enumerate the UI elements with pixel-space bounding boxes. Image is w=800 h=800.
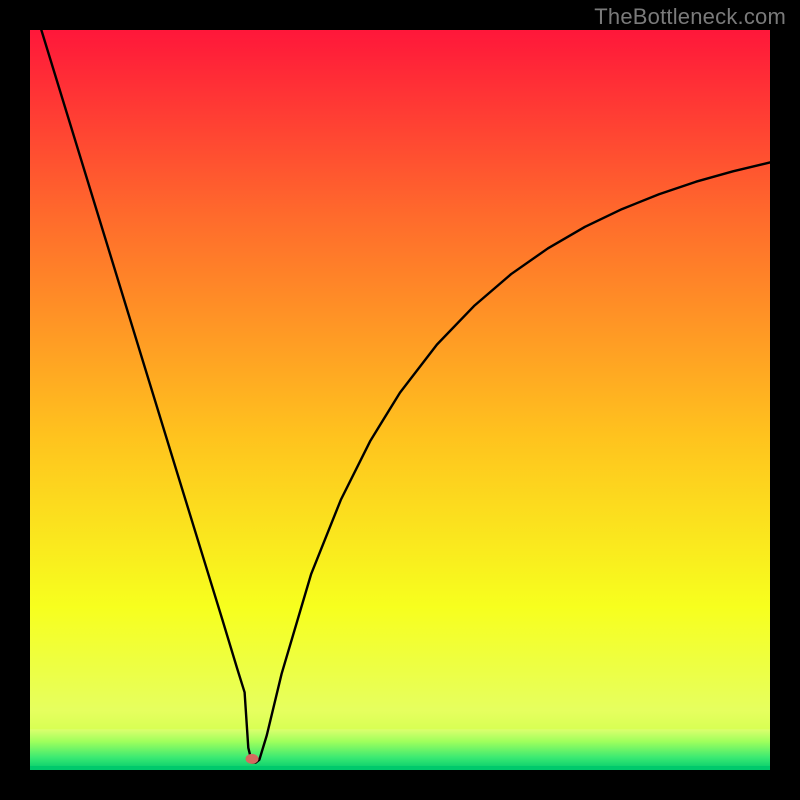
green-band [30,729,770,770]
chart-frame: TheBottleneck.com [0,0,800,800]
watermark-text: TheBottleneck.com [594,4,786,30]
plot-background [30,30,770,770]
green-cap [30,766,770,770]
chart-svg [0,0,800,800]
minimum-marker [246,754,259,764]
